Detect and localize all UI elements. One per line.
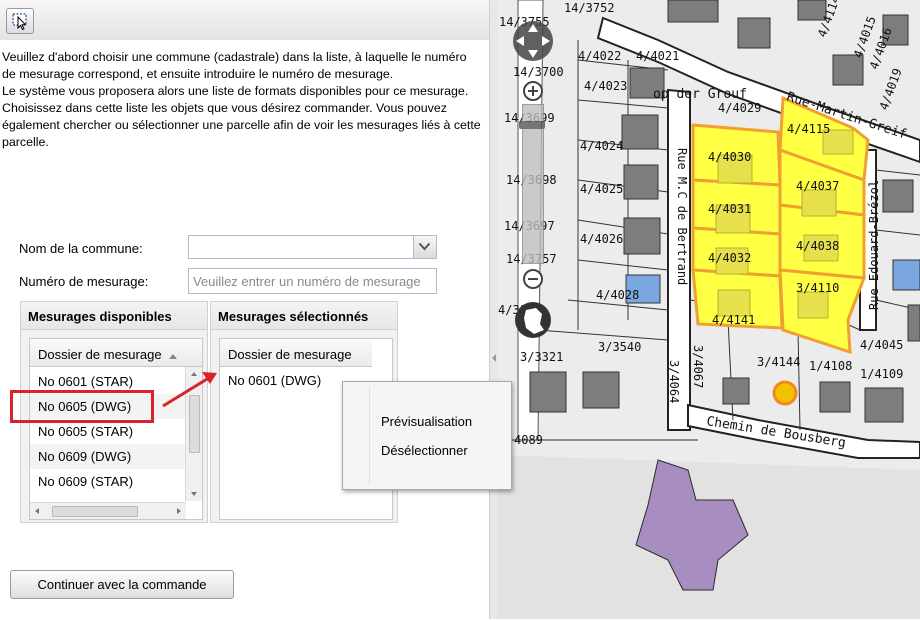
toolbar — [0, 0, 489, 40]
parcel-label: 14/3700 — [513, 65, 564, 79]
mesurage-input[interactable] — [188, 268, 437, 294]
parcel-label: 4089 — [514, 433, 543, 447]
zoom-in-icon — [523, 81, 543, 101]
commune-dropdown-trigger[interactable] — [413, 236, 436, 258]
menu-item-preview[interactable]: Prévisualisation — [381, 414, 472, 429]
select-parcel-button[interactable] — [6, 8, 34, 34]
selected-column-header[interactable]: Dossier de mesurage — [220, 339, 372, 367]
zoom-out-button[interactable] — [520, 268, 546, 290]
parcel-label: 4/4021 — [636, 49, 679, 63]
parcel-label: 4/4025 — [580, 182, 623, 196]
parcel-label: 3/4110 — [796, 281, 839, 295]
parcel-label: 4/4030 — [708, 150, 751, 164]
available-panel-title: Mesurages disponibles — [21, 302, 207, 330]
zoom-out-icon — [523, 269, 543, 289]
order-panel: Veuillez d'abord choisir une commune (ca… — [0, 0, 489, 619]
chevron-down-icon — [419, 243, 430, 251]
instructions-paragraph-2: Le système vous proposera alors une list… — [2, 84, 481, 149]
instructions: Veuillez d'abord choisir une commune (ca… — [2, 49, 482, 151]
scroll-right-icon — [177, 508, 181, 514]
available-row[interactable]: No 0609 (STAR) — [30, 469, 186, 494]
overview-icon[interactable] — [514, 300, 552, 340]
highlight-box — [10, 390, 154, 423]
parcel-label: 4/4026 — [580, 232, 623, 246]
menu-separator — [369, 386, 370, 485]
parcel-label: 4/4141 — [712, 313, 755, 327]
street-label: Rue M.C de Bertrand — [675, 148, 689, 285]
available-column-header[interactable]: Dossier de mesurage — [30, 339, 202, 367]
sort-ascending-icon — [169, 354, 178, 359]
parcel-label: 3/4067 — [691, 345, 705, 388]
selected-panel-title: Mesurages sélectionnés — [211, 302, 397, 330]
parcel-label: 4/4028 — [596, 288, 639, 302]
parcel-label: 4/4115 — [787, 122, 830, 136]
pan-control-icon[interactable] — [510, 18, 556, 64]
scroll-down-icon — [191, 492, 197, 496]
parcel-label: 4/4024 — [580, 139, 623, 153]
available-column-label: Dossier de mesurage — [38, 347, 162, 362]
context-menu: Prévisualisation Désélectionner — [342, 381, 512, 490]
parcel-label: 4/4037 — [796, 179, 839, 193]
mesurage-label: Numéro de mesurage: — [19, 274, 149, 289]
parcel-label: 3/4064 — [667, 360, 681, 403]
parcel-label: 4/4038 — [796, 239, 839, 253]
street-label: Rue Edouard-Brézol — [867, 180, 881, 310]
horizontal-scroll-thumb[interactable] — [52, 506, 138, 517]
zoom-in-button[interactable] — [520, 80, 546, 102]
available-horizontal-scrollbar[interactable] — [30, 502, 186, 519]
select-parcel-icon — [12, 13, 27, 31]
parcel-label: 4/4022 — [578, 49, 621, 63]
panel-splitter[interactable] — [489, 0, 498, 619]
parcel-label: 1/4109 — [860, 367, 903, 381]
parcel-label: 4/4045 — [860, 338, 903, 352]
menu-item-deselect[interactable]: Désélectionner — [381, 443, 468, 458]
cadastral-map[interactable]: 14/3752 14/3755 14/3700 4/4022 4/4021 4/… — [498, 0, 920, 619]
selected-column-label: Dossier de mesurage — [228, 347, 352, 362]
instructions-paragraph-1: Veuillez d'abord choisir une commune (ca… — [2, 50, 467, 81]
parcel-label: 1/4108 — [809, 359, 852, 373]
zoom-slider[interactable] — [519, 104, 545, 264]
red-arrow-icon — [162, 372, 217, 408]
zoom-slider-handle[interactable] — [519, 121, 545, 129]
map-canvas[interactable]: 14/3752 14/3755 14/3700 4/4022 4/4021 4/… — [498, 0, 920, 619]
commune-label: Nom de la commune: — [19, 241, 143, 256]
parcel-label: 4/4023 — [584, 79, 627, 93]
continue-button[interactable]: Continuer avec la commande — [10, 570, 234, 599]
commune-combobox[interactable] — [188, 235, 437, 259]
street-label: op der Grouf — [653, 87, 747, 102]
parcel-label: 3/3321 — [520, 350, 563, 364]
scroll-left-icon — [35, 508, 39, 514]
available-row[interactable]: No 0609 (DWG) — [30, 444, 186, 469]
parcel-label: 4/4031 — [708, 202, 751, 216]
parcel-label: 4/4032 — [708, 251, 751, 265]
parcel-label: 4/4029 — [718, 101, 761, 115]
parcel-label: 3/3540 — [598, 340, 641, 354]
parcel-label: 14/3752 — [564, 1, 615, 15]
parcel-label: 3/4144 — [757, 355, 800, 369]
